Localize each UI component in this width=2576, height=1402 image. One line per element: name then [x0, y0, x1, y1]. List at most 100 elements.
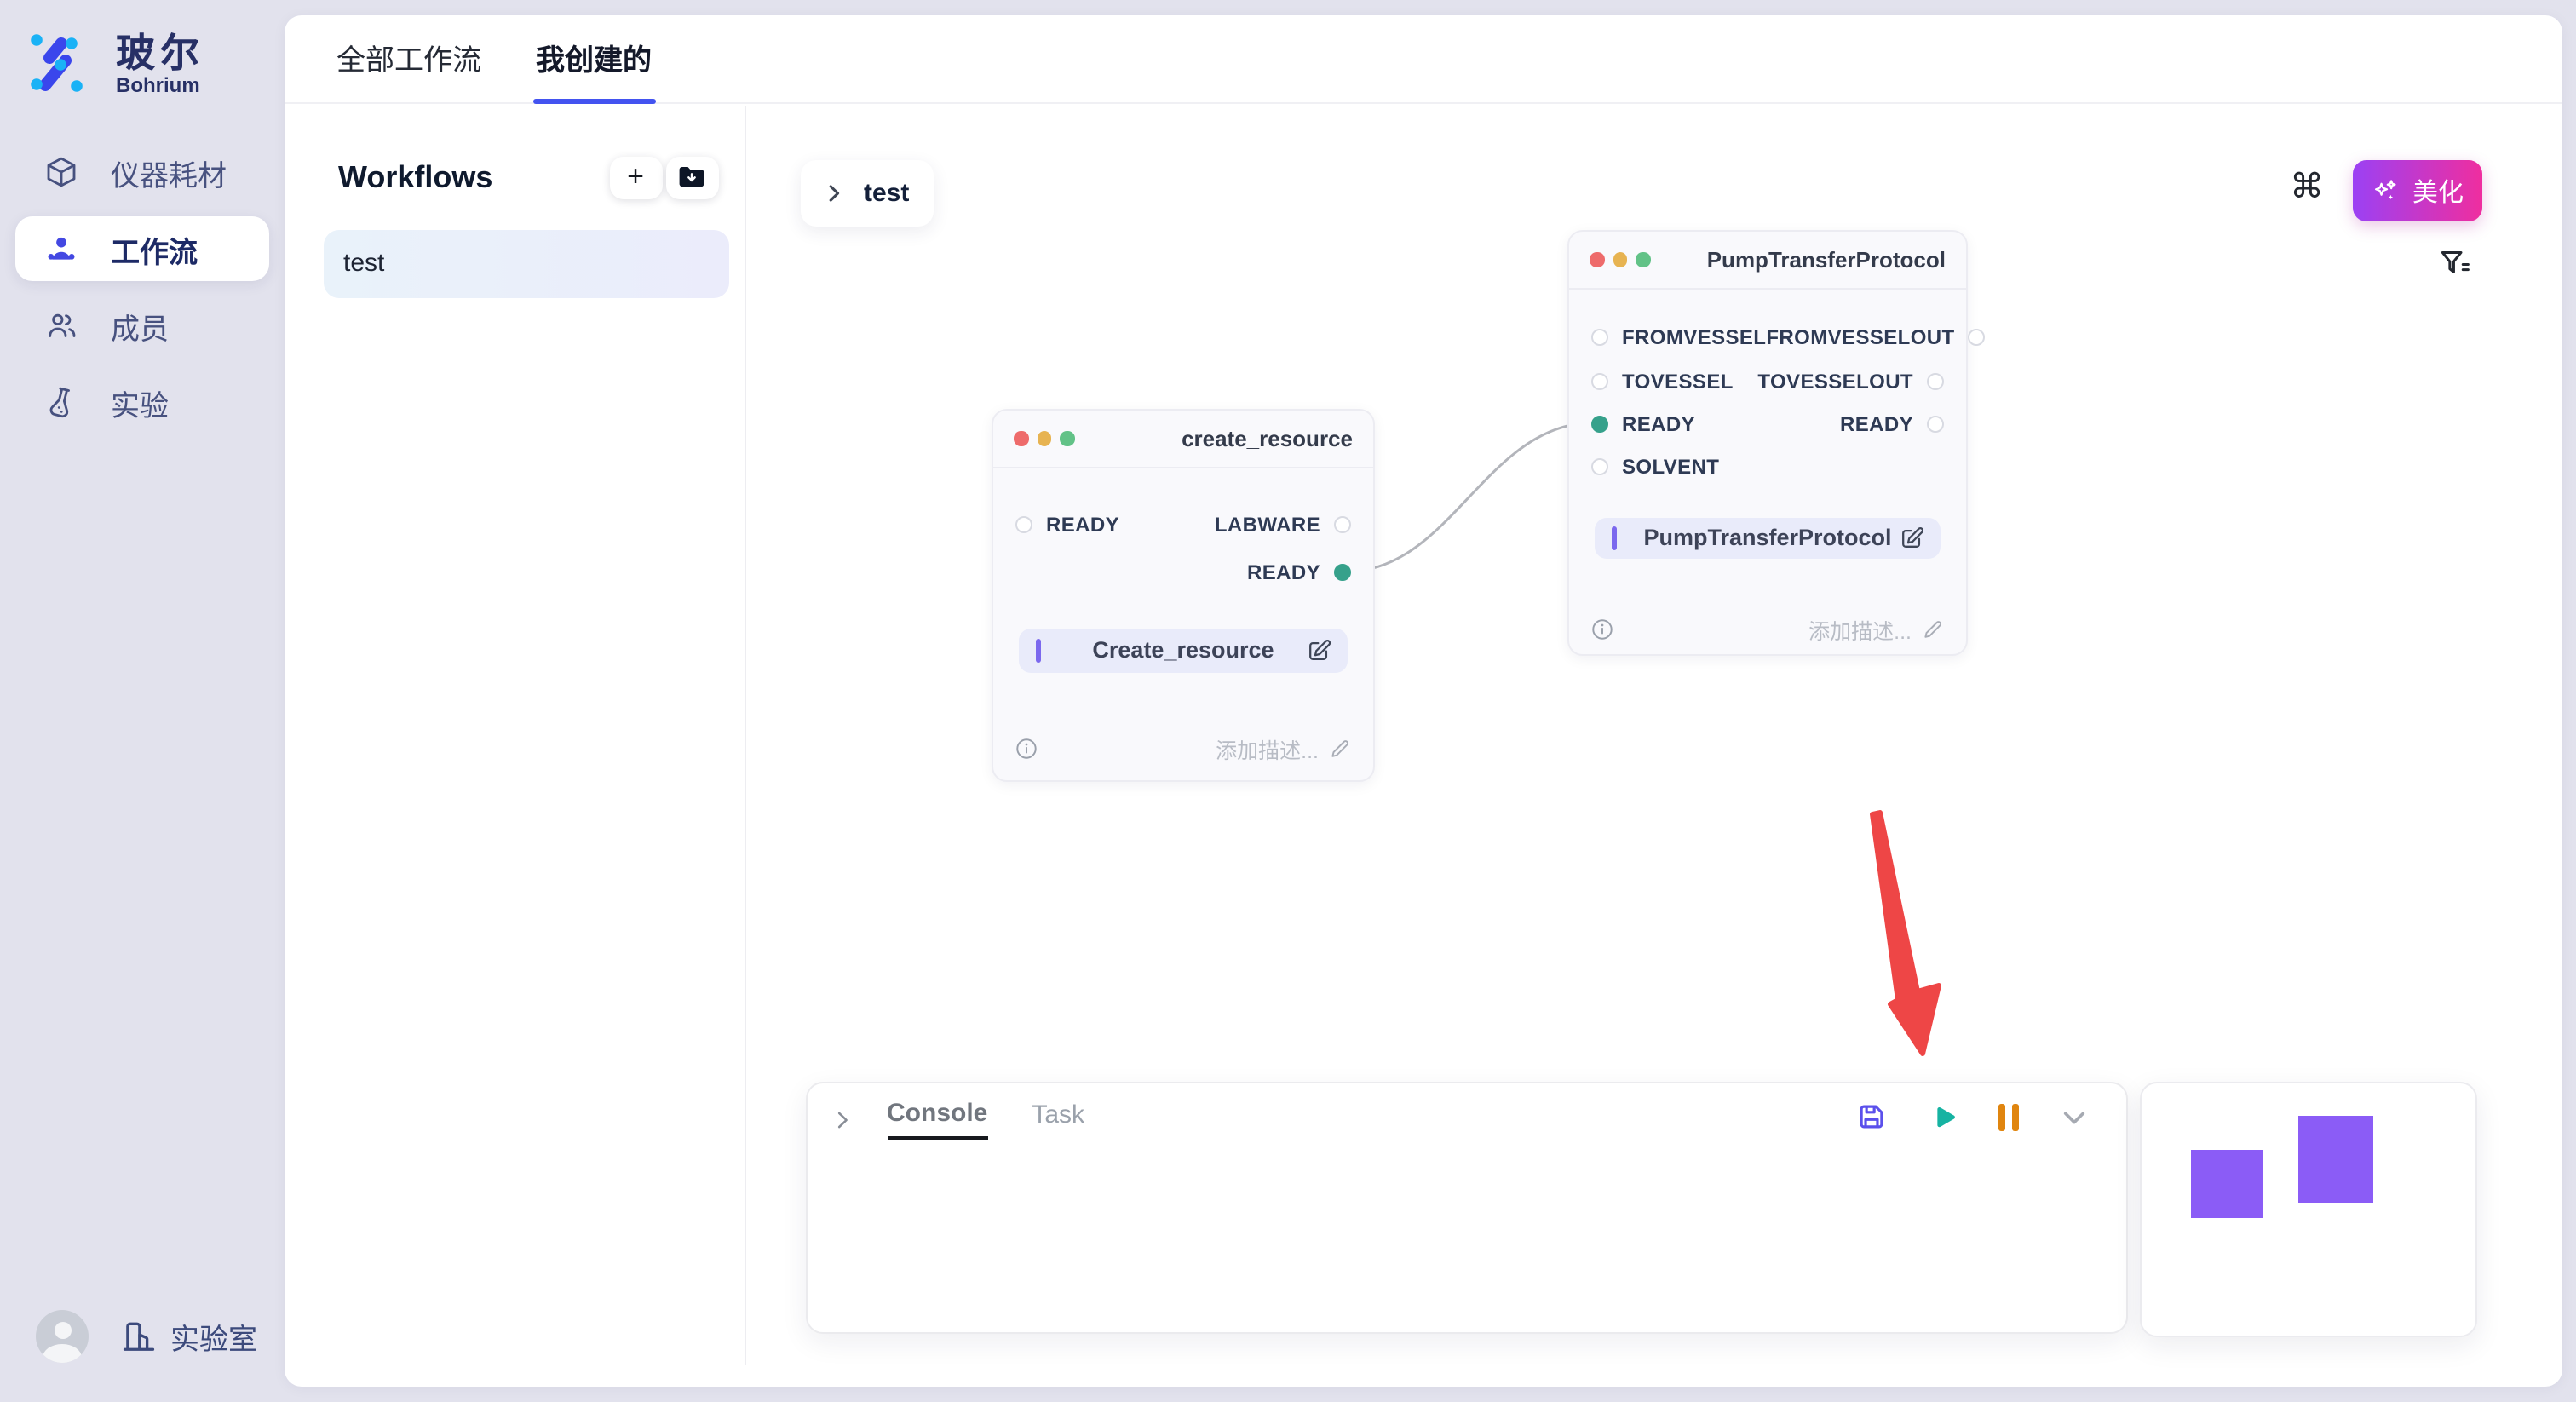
node-action-label: Create_resource [1092, 637, 1274, 663]
node-description-input[interactable]: 添加描述... [1216, 732, 1351, 764]
port-output-ready[interactable]: READY [1840, 412, 1944, 436]
app: 玻尔 Bohrium 仪器耗材 [0, 0, 2576, 1402]
port-handle-connected-icon[interactable] [1334, 564, 1351, 581]
brand: 玻尔 Bohrium [26, 29, 204, 99]
sidebar-item-members[interactable]: 成员 [15, 293, 269, 358]
node-pump-transfer-protocol[interactable]: PumpTransferProtocol FROMVESSEL FROMVESS… [1567, 230, 1968, 656]
port-handle-icon[interactable] [1927, 372, 1944, 389]
port-input-solvent[interactable]: SOLVENT [1591, 455, 1719, 479]
node-title: PumpTransferProtocol [1707, 247, 1946, 273]
node-description-input[interactable]: 添加描述... [1808, 612, 1944, 645]
box-icon [44, 155, 78, 189]
workflows-title: Workflows [338, 159, 492, 195]
console-tab[interactable]: Console [887, 1099, 987, 1140]
tab-my-created[interactable]: 我创建的 [536, 36, 652, 87]
edit-icon[interactable] [1900, 526, 1923, 549]
sidebar-nav: 仪器耗材 工作流 [15, 140, 269, 434]
import-folder-button[interactable] [665, 156, 718, 198]
traffic-green-dot [1060, 432, 1074, 446]
sidebar-item-experiments[interactable]: 实验 [15, 370, 269, 434]
minimap-node-pump-transfer [2298, 1116, 2372, 1202]
workflow-list-item[interactable]: test [323, 229, 728, 297]
port-handle-icon[interactable] [1927, 416, 1944, 433]
avatar[interactable] [36, 1310, 89, 1363]
brand-name-en: Bohrium [116, 75, 204, 97]
tab-all-workflows[interactable]: 全部工作流 [336, 36, 481, 87]
minimap-node-create-resource [2191, 1149, 2262, 1217]
sidebar-item-workflow[interactable]: 工作流 [15, 216, 269, 281]
console-actions [1854, 1100, 2090, 1133]
sidebar-item-label: 成员 [111, 304, 169, 347]
lab-selector[interactable]: 实验室 [121, 1315, 257, 1358]
command-icon[interactable]: ⌘ [2290, 169, 2324, 206]
flask-icon [44, 385, 78, 419]
task-tab[interactable]: Task [1032, 1100, 1084, 1138]
port-handle-connected-icon[interactable] [1591, 416, 1608, 433]
sidebar-item-label: 仪器耗材 [111, 151, 227, 193]
port-handle-icon[interactable] [1015, 516, 1032, 533]
breadcrumb-label: test [864, 179, 909, 208]
pill-accent-bar [1036, 638, 1041, 662]
sidebar-footer: 实验室 [36, 1310, 257, 1363]
traffic-red-dot [1590, 253, 1604, 267]
sidebar-item-instruments[interactable]: 仪器耗材 [15, 140, 269, 204]
pencil-icon [1922, 618, 1944, 640]
port-input-ready[interactable]: READY [1591, 412, 1695, 436]
console-panel: Console Task [805, 1082, 2127, 1334]
folder-import-icon [678, 165, 705, 189]
port-input-ready[interactable]: READY [1015, 513, 1119, 537]
add-workflow-button[interactable]: + [609, 156, 662, 198]
sidebar-item-label: 工作流 [111, 227, 198, 270]
node-action-pill[interactable]: Create_resource [1019, 628, 1348, 672]
port-input-fromvessel[interactable]: FROMVESSEL [1591, 325, 1766, 349]
lab-label: 实验室 [170, 1315, 257, 1358]
traffic-yellow-dot [1037, 432, 1051, 446]
node-action-label: PumpTransferProtocol [1643, 525, 1891, 550]
port-handle-icon[interactable] [1969, 329, 1986, 346]
bohrium-logo-icon [26, 29, 94, 99]
workflows-panel: Workflows + test [284, 105, 745, 1364]
plus-icon: + [627, 162, 644, 191]
minimap[interactable] [2140, 1082, 2477, 1337]
port-handle-icon[interactable] [1591, 372, 1608, 389]
sidebar: 玻尔 Bohrium 仪器耗材 [0, 0, 283, 1402]
sidebar-item-label: 实验 [111, 381, 169, 423]
chevron-down-icon[interactable] [2057, 1100, 2090, 1133]
pill-accent-bar [1612, 526, 1617, 549]
node-title: create_resource [1182, 426, 1353, 451]
info-icon[interactable] [1591, 618, 1613, 640]
edit-icon[interactable] [1307, 638, 1331, 662]
brand-name-zh: 玻尔 [116, 31, 204, 75]
pause-icon[interactable] [1998, 1101, 2018, 1132]
port-output-tovesselout[interactable]: TOVESSELOUT [1757, 369, 1944, 393]
port-output-ready[interactable]: READY [1247, 560, 1351, 584]
members-icon [44, 308, 78, 342]
canvas-breadcrumb[interactable]: test [801, 160, 934, 227]
run-play-icon[interactable] [1926, 1100, 1958, 1133]
traffic-red-dot [1014, 432, 1028, 446]
traffic-yellow-dot [1613, 253, 1627, 267]
port-input-tovessel[interactable]: TOVESSEL [1591, 369, 1734, 393]
pencil-icon [1329, 737, 1351, 759]
users-icon [44, 232, 78, 266]
sparkles-icon [2372, 176, 2401, 205]
node-action-pill[interactable]: PumpTransferProtocol [1595, 517, 1941, 558]
building-icon [121, 1319, 157, 1354]
port-output-fromvesselout[interactable]: FROMVESSELOUT [1766, 325, 1985, 349]
beautify-label: 美化 [2412, 173, 2464, 209]
save-icon[interactable] [1854, 1100, 1887, 1133]
node-header: PumpTransferProtocol [1569, 232, 1966, 290]
port-output-labware[interactable]: LABWARE [1215, 513, 1351, 537]
node-header: create_resource [993, 411, 1373, 468]
console-collapse-chevron-icon[interactable] [831, 1108, 853, 1130]
beautify-button[interactable]: 美化 [2353, 160, 2482, 221]
port-handle-icon[interactable] [1334, 516, 1351, 533]
traffic-green-dot [1636, 253, 1650, 267]
node-create-resource[interactable]: create_resource READY LABWARE READY Crea… [992, 409, 1375, 782]
tab-underline [532, 98, 655, 104]
port-handle-icon[interactable] [1591, 458, 1608, 475]
info-icon[interactable] [1015, 737, 1038, 759]
port-handle-icon[interactable] [1591, 329, 1608, 346]
filter-icon[interactable] [2438, 247, 2470, 279]
top-tabbar: 全部工作流 我创建的 [284, 15, 2562, 104]
